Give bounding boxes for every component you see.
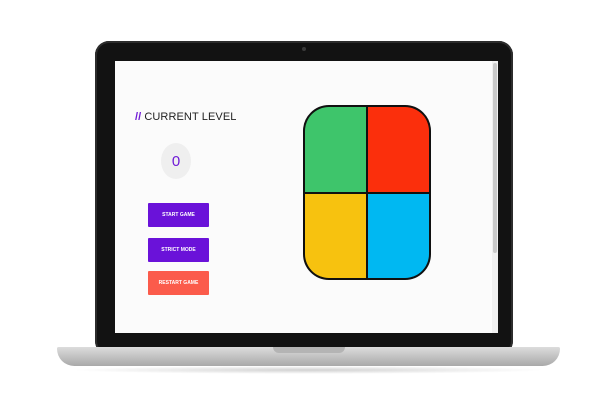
level-value: 0 — [171, 152, 181, 170]
laptop-shadow — [70, 366, 547, 374]
level-counter: 0 — [161, 143, 191, 179]
red-pad[interactable] — [368, 107, 429, 192]
green-pad[interactable] — [305, 107, 366, 192]
heading-text: CURRENT LEVEL — [144, 111, 237, 123]
simon-board — [303, 105, 431, 280]
laptop-base — [57, 347, 560, 366]
heading-slashes: // — [135, 111, 142, 123]
webcam-icon — [302, 47, 306, 51]
scrollbar[interactable] — [492, 61, 498, 333]
yellow-pad[interactable] — [305, 193, 366, 278]
laptop-lid: //CURRENT LEVEL 0 START GAME STRICT MODE… — [95, 41, 513, 355]
start-game-button[interactable]: START GAME — [148, 203, 209, 227]
blue-pad[interactable] — [368, 193, 429, 278]
restart-game-button[interactable]: RESTART GAME — [148, 271, 209, 295]
laptop-notch — [273, 347, 345, 353]
current-level-heading: //CURRENT LEVEL — [135, 111, 237, 123]
laptop-screen: //CURRENT LEVEL 0 START GAME STRICT MODE… — [115, 61, 498, 333]
scroll-thumb[interactable] — [493, 63, 497, 253]
strict-mode-button[interactable]: STRICT MODE — [148, 238, 209, 262]
